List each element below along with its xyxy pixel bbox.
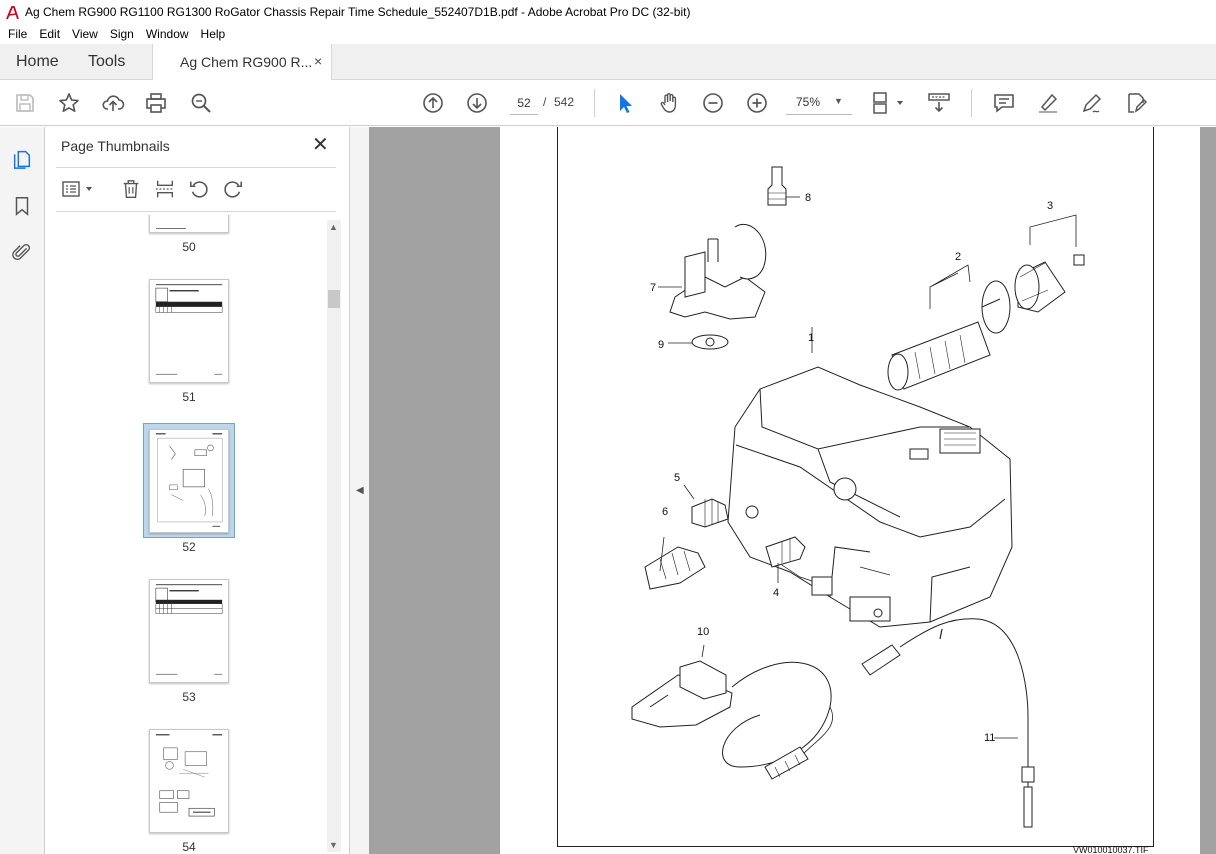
exploded-parts-diagram: 1 2 3 4 5 6 7 8 9 10 11 [631, 166, 1085, 828]
callout-4: 4 [773, 587, 779, 599]
attachments-paperclip-icon[interactable] [10, 240, 34, 264]
tab-home[interactable]: Home [16, 44, 59, 80]
thumbnail-page-number: 50 [182, 240, 196, 254]
scrollbar-thumb[interactable] [328, 290, 340, 308]
main-toolbar: / 542 75% ▼ [0, 80, 1216, 126]
comment-icon[interactable] [991, 90, 1017, 116]
callout-10: 10 [697, 626, 709, 638]
edit-pdf-icon[interactable] [1123, 90, 1149, 116]
thumbnail-page-number: 52 [182, 540, 196, 554]
page-thumbnails-panel: Page Thumbnails ✕ 50 51 52 53 54 ▲ ▼ [46, 127, 349, 854]
page-separator: / [543, 95, 547, 109]
callout-11: 11 [984, 732, 995, 744]
thumbnail-options-icon[interactable] [60, 177, 96, 201]
delete-page-icon[interactable] [119, 177, 143, 201]
extract-page-icon[interactable] [153, 177, 177, 201]
tab-bar: Home Tools Ag Chem RG900 R... × [0, 44, 1216, 81]
menu-help[interactable]: Help [195, 27, 232, 41]
select-cursor-icon[interactable] [612, 90, 638, 116]
thumbnail-page-number: 51 [182, 390, 196, 404]
hand-tool-icon[interactable] [656, 90, 682, 116]
previous-page-icon[interactable] [420, 90, 446, 116]
callout-3: 3 [1047, 200, 1053, 212]
panel-collapse-splitter[interactable]: ◀ [349, 127, 369, 854]
toolbar-divider [971, 89, 972, 117]
menu-bar: File Edit View Sign Window Help [0, 24, 1216, 44]
menu-view[interactable]: View [66, 27, 104, 41]
callout-5: 5 [674, 472, 680, 484]
sign-pen-icon[interactable] [1079, 90, 1105, 116]
zoom-level-select[interactable]: 75% ▼ [786, 91, 852, 115]
callout-7: 7 [650, 282, 656, 294]
total-pages: 542 [554, 95, 575, 109]
bookmarks-icon[interactable] [10, 194, 34, 218]
toolbar-divider [594, 89, 595, 117]
page-thumbnail[interactable] [149, 579, 229, 683]
rotate-counterclockwise-icon[interactable] [187, 177, 211, 201]
callout-9: 9 [658, 339, 664, 351]
highlight-pen-icon[interactable] [1035, 90, 1061, 116]
scroll-mode-icon[interactable] [926, 90, 952, 116]
upload-cloud-icon[interactable] [100, 90, 126, 116]
window-title: Ag Chem RG900 RG1100 RG1300 RoGator Chas… [25, 5, 691, 19]
left-navigation-rail [0, 127, 45, 854]
bookmark-star-icon[interactable] [56, 90, 82, 116]
tab-tools[interactable]: Tools [88, 44, 125, 80]
document-viewer[interactable]: 1 2 3 4 5 6 7 8 9 10 11 VW010010037.TIF [369, 127, 1216, 854]
callout-8: 8 [805, 192, 811, 204]
figure-reference-code: VW010010037.TIF [1073, 845, 1149, 854]
callout-2: 2 [955, 251, 961, 263]
page-thumbnails-icon[interactable] [10, 147, 34, 171]
page-fit-icon[interactable] [870, 90, 904, 116]
thumbnail-list[interactable]: 50 51 52 53 54 [46, 215, 326, 854]
next-page-icon[interactable] [464, 90, 490, 116]
menu-window[interactable]: Window [140, 27, 195, 41]
acrobat-app-icon [6, 5, 19, 19]
chevron-down-icon: ▼ [834, 96, 843, 106]
menu-edit[interactable]: Edit [33, 27, 66, 41]
callout-6: 6 [662, 506, 668, 518]
thumbnail-scrollbar[interactable]: ▲ ▼ [327, 220, 341, 852]
scroll-up-arrow-icon[interactable]: ▲ [329, 222, 338, 232]
panel-divider [56, 167, 336, 168]
print-icon[interactable] [143, 90, 169, 116]
page-thumbnail[interactable] [149, 215, 229, 233]
menu-file[interactable]: File [2, 27, 33, 41]
thumbnail-page-number: 54 [182, 840, 196, 854]
zoom-level-value: 75% [796, 95, 821, 109]
page-thumbnail-selected[interactable] [149, 429, 229, 533]
save-icon[interactable] [12, 90, 38, 116]
page-thumbnail[interactable] [149, 279, 229, 383]
pdf-page: 1 2 3 4 5 6 7 8 9 10 11 VW010010037.TIF [500, 127, 1200, 854]
thumbnail-page-number: 53 [182, 690, 196, 704]
zoom-out-icon[interactable] [700, 90, 726, 116]
tab-close-icon[interactable]: × [314, 53, 322, 69]
current-page-input[interactable] [510, 91, 538, 115]
panel-divider [56, 211, 336, 212]
tab-document[interactable]: Ag Chem RG900 R... × [152, 44, 332, 81]
search-zoom-icon[interactable] [188, 90, 214, 116]
panel-title: Page Thumbnails [61, 138, 170, 154]
rotate-clockwise-icon[interactable] [221, 177, 245, 201]
page-thumbnail[interactable] [149, 729, 229, 833]
zoom-in-icon[interactable] [744, 90, 770, 116]
scroll-down-arrow-icon[interactable]: ▼ [329, 840, 338, 850]
tab-document-label: Ag Chem RG900 R... [180, 54, 313, 70]
title-bar: Ag Chem RG900 RG1100 RG1300 RoGator Chas… [0, 0, 1216, 24]
menu-sign[interactable]: Sign [104, 27, 140, 41]
panel-close-icon[interactable]: ✕ [312, 135, 329, 155]
collapse-arrow-icon[interactable]: ◀ [356, 485, 364, 496]
callout-1: 1 [808, 332, 814, 344]
